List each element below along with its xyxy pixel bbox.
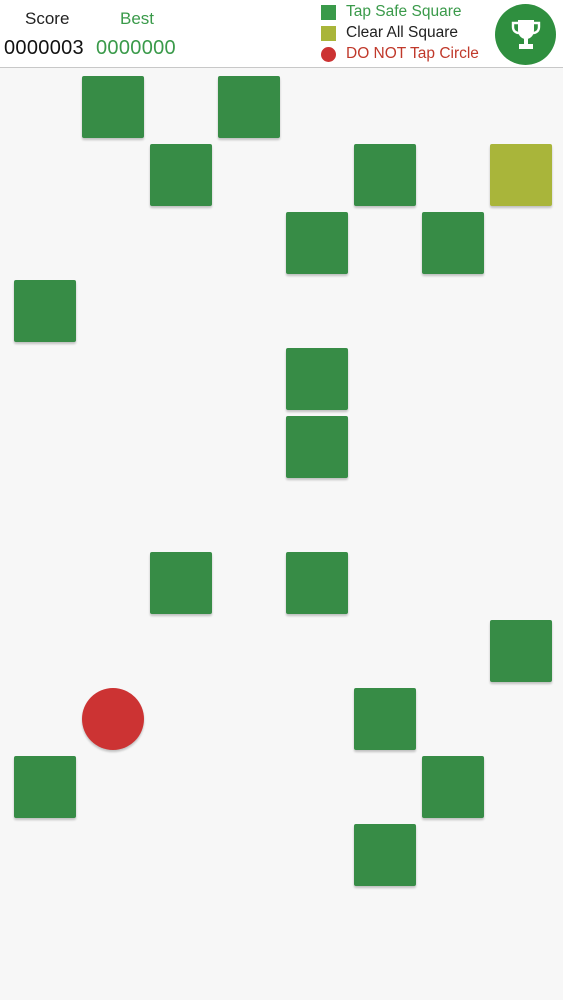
- safe-square[interactable]: [422, 756, 484, 818]
- best-value: 0000000: [96, 37, 176, 59]
- safe-square[interactable]: [82, 76, 144, 138]
- safe-square[interactable]: [218, 76, 280, 138]
- danger-circle-swatch: [321, 47, 336, 62]
- safe-square[interactable]: [286, 552, 348, 614]
- legend-item-clear: Clear All Square: [321, 24, 496, 45]
- legend-label: Tap Safe Square: [346, 3, 462, 20]
- score-header: Score Best 0000003 0000000 Tap Safe Squa…: [0, 0, 563, 68]
- clear-square-swatch: [321, 26, 336, 41]
- safe-square[interactable]: [490, 620, 552, 682]
- leaderboard-button[interactable]: [495, 4, 556, 65]
- legend-item-danger: DO NOT Tap Circle: [321, 45, 496, 66]
- safe-square[interactable]: [286, 212, 348, 274]
- safe-square[interactable]: [286, 348, 348, 410]
- safe-square[interactable]: [354, 688, 416, 750]
- legend-label: DO NOT Tap Circle: [346, 45, 479, 62]
- safe-square[interactable]: [354, 144, 416, 206]
- clear-all-square[interactable]: [490, 144, 552, 206]
- safe-square[interactable]: [286, 416, 348, 478]
- safe-square[interactable]: [14, 280, 76, 342]
- game-board: [0, 68, 563, 1000]
- legend-item-safe: Tap Safe Square: [321, 3, 496, 24]
- safe-square[interactable]: [14, 756, 76, 818]
- danger-circle[interactable]: [82, 688, 144, 750]
- legend-label: Clear All Square: [346, 24, 459, 41]
- safe-square-swatch: [321, 5, 336, 20]
- safe-square[interactable]: [354, 824, 416, 886]
- score-value: 0000003: [4, 37, 84, 59]
- legend: Tap Safe Square Clear All Square DO NOT …: [321, 3, 496, 66]
- score-label: Score: [25, 9, 70, 28]
- safe-square[interactable]: [150, 552, 212, 614]
- safe-square[interactable]: [422, 212, 484, 274]
- best-label: Best: [120, 9, 155, 28]
- trophy-icon: [511, 20, 541, 49]
- safe-square[interactable]: [150, 144, 212, 206]
